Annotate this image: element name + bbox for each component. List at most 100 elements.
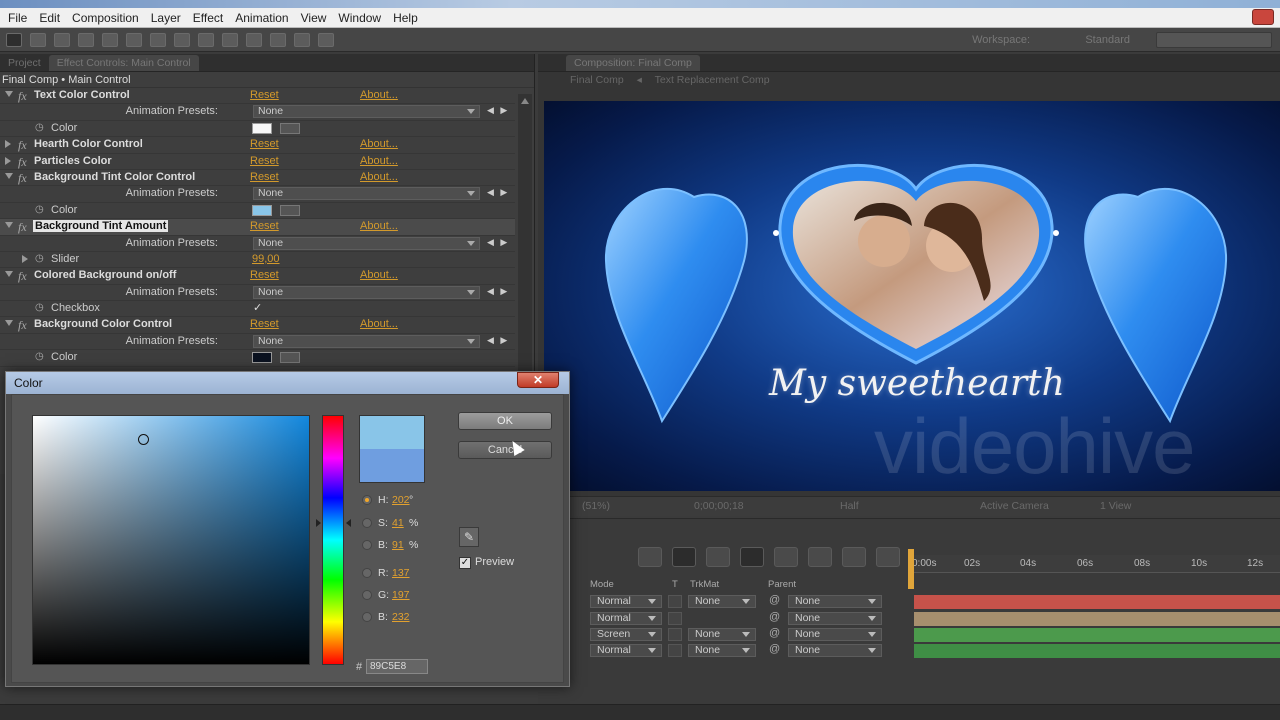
- saturation-radio[interactable]: [362, 518, 372, 528]
- time-ruler[interactable]: 0:00s 02s 04s 06s 08s 10s 12s: [910, 555, 1280, 573]
- slider-value[interactable]: 99,00: [252, 253, 280, 265]
- brightness-radio[interactable]: [362, 540, 372, 550]
- eyedropper-icon[interactable]: [280, 122, 300, 134]
- twirl-icon[interactable]: [22, 254, 28, 263]
- hex-input[interactable]: 89C5E8: [366, 659, 428, 674]
- trkmat-dropdown[interactable]: None: [688, 595, 756, 608]
- current-time-indicator[interactable]: [908, 549, 914, 589]
- fx-icon[interactable]: fx: [18, 155, 27, 170]
- effect-row[interactable]: fx Hearth Color Control Reset About...: [0, 137, 515, 154]
- hue-slider-right-arrow-icon[interactable]: [346, 519, 351, 527]
- layer-duration-bar[interactable]: [914, 612, 1280, 626]
- views-select[interactable]: 1 View: [1100, 500, 1131, 512]
- reset-link[interactable]: Reset: [250, 138, 279, 150]
- fx-icon[interactable]: fx: [18, 171, 27, 186]
- hue-radio[interactable]: [362, 495, 372, 505]
- mode-dropdown[interactable]: Normal: [590, 644, 662, 657]
- blue-value[interactable]: 232: [392, 611, 410, 623]
- field-brightness[interactable]: B: 91 %: [362, 538, 452, 554]
- reset-link[interactable]: Reset: [250, 318, 279, 330]
- zoom-select[interactable]: (51%): [582, 500, 610, 512]
- preserve-transparency-toggle[interactable]: [668, 612, 682, 625]
- color-swatch[interactable]: [252, 204, 272, 216]
- search-help-input[interactable]: [1156, 32, 1272, 48]
- stopwatch-icon[interactable]: ◷: [35, 253, 44, 264]
- frame-blending-icon[interactable]: [774, 547, 798, 567]
- camera-tool-icon[interactable]: [102, 32, 118, 47]
- menu-effect[interactable]: Effect: [187, 11, 229, 25]
- checkbox[interactable]: ✓: [253, 301, 262, 314]
- twirl-icon[interactable]: [5, 140, 11, 149]
- fx-icon[interactable]: fx: [18, 269, 27, 284]
- pen-tool-icon[interactable]: [174, 32, 190, 47]
- effect-row[interactable]: fx Colored Background on/off Reset About…: [0, 268, 515, 285]
- dialog-close-button[interactable]: ✕: [517, 372, 559, 388]
- trkmat-dropdown[interactable]: None: [688, 644, 756, 657]
- window-close-button[interactable]: [1252, 9, 1274, 25]
- zoom-tool-icon[interactable]: [54, 32, 70, 47]
- tab-project[interactable]: Project: [0, 55, 49, 71]
- twirl-icon[interactable]: [5, 91, 13, 97]
- ok-button[interactable]: OK: [458, 412, 552, 430]
- preset-nav-arrows-icon[interactable]: ◀ ▶: [487, 335, 509, 346]
- green-value[interactable]: 197: [392, 589, 410, 601]
- layer-row[interactable]: Normal None @ None: [586, 594, 912, 610]
- brush-tool-icon[interactable]: [222, 32, 238, 47]
- saturation-value[interactable]: 41: [392, 517, 404, 529]
- effect-row[interactable]: fx Particles Color Reset About...: [0, 154, 515, 170]
- selection-tool-icon[interactable]: [6, 32, 22, 47]
- about-link[interactable]: About...: [360, 138, 398, 150]
- presets-dropdown[interactable]: None: [253, 236, 480, 250]
- field-hue[interactable]: H: 202 °: [362, 493, 452, 509]
- preset-nav-arrows-icon[interactable]: ◀ ▶: [487, 286, 509, 297]
- mode-dropdown[interactable]: Normal: [590, 612, 662, 625]
- color-field-cursor[interactable]: [138, 434, 149, 445]
- clone-tool-icon[interactable]: [246, 32, 262, 47]
- blue-radio[interactable]: [362, 612, 372, 622]
- preserve-transparency-toggle[interactable]: [668, 595, 682, 608]
- presets-dropdown[interactable]: None: [253, 334, 480, 348]
- fx-icon[interactable]: fx: [18, 220, 27, 235]
- hand-tool-icon[interactable]: [30, 32, 46, 47]
- rotate-tool-icon[interactable]: [78, 32, 94, 47]
- graph-editor-icon[interactable]: [842, 547, 866, 567]
- breadcrumb-text-replacement[interactable]: Text Replacement Comp: [655, 74, 770, 86]
- green-radio[interactable]: [362, 590, 372, 600]
- layer-duration-bar[interactable]: [914, 595, 1280, 609]
- preset-nav-arrows-icon[interactable]: ◀ ▶: [487, 187, 509, 198]
- effect-row[interactable]: fx Text Color Control Reset About...: [0, 88, 515, 105]
- rectangle-tool-icon[interactable]: [150, 32, 166, 47]
- about-link[interactable]: About...: [360, 89, 398, 101]
- about-link[interactable]: About...: [360, 318, 398, 330]
- cancel-button[interactable]: Cancel: [458, 441, 552, 459]
- twirl-icon[interactable]: [5, 172, 13, 179]
- eyedropper-icon[interactable]: [280, 204, 300, 216]
- stopwatch-icon[interactable]: ◷: [35, 351, 44, 362]
- timecode[interactable]: 0;00;00;18: [694, 500, 744, 512]
- preserve-transparency-toggle[interactable]: [668, 644, 682, 657]
- mode-dropdown[interactable]: Screen: [590, 628, 662, 641]
- eraser-tool-icon[interactable]: [270, 32, 286, 47]
- menu-composition[interactable]: Composition: [66, 11, 145, 25]
- layer-duration-bar[interactable]: [914, 644, 1280, 658]
- about-link[interactable]: About...: [360, 171, 398, 183]
- reset-link[interactable]: Reset: [250, 155, 279, 167]
- brightness-value[interactable]: 91: [392, 539, 404, 551]
- stopwatch-icon[interactable]: ◷: [35, 302, 44, 313]
- about-link[interactable]: About...: [360, 155, 398, 167]
- motion-blur-icon[interactable]: [808, 547, 832, 567]
- fx-icon[interactable]: fx: [18, 89, 27, 104]
- menu-view[interactable]: View: [295, 11, 333, 25]
- mode-dropdown[interactable]: Normal: [590, 595, 662, 608]
- fx-icon[interactable]: fx: [18, 318, 27, 333]
- dialog-titlebar[interactable]: Color ✕: [6, 372, 569, 394]
- presets-dropdown[interactable]: None: [253, 105, 480, 119]
- field-red[interactable]: R: 137: [362, 566, 452, 582]
- stopwatch-icon[interactable]: ◷: [35, 122, 44, 133]
- red-radio[interactable]: [362, 568, 372, 578]
- eyedropper-icon[interactable]: ✎: [459, 527, 479, 547]
- parent-dropdown[interactable]: None: [788, 644, 882, 657]
- reset-link[interactable]: Reset: [250, 171, 279, 183]
- breadcrumb-final-comp[interactable]: Final Comp: [570, 74, 624, 86]
- preserve-transparency-toggle[interactable]: [668, 628, 682, 641]
